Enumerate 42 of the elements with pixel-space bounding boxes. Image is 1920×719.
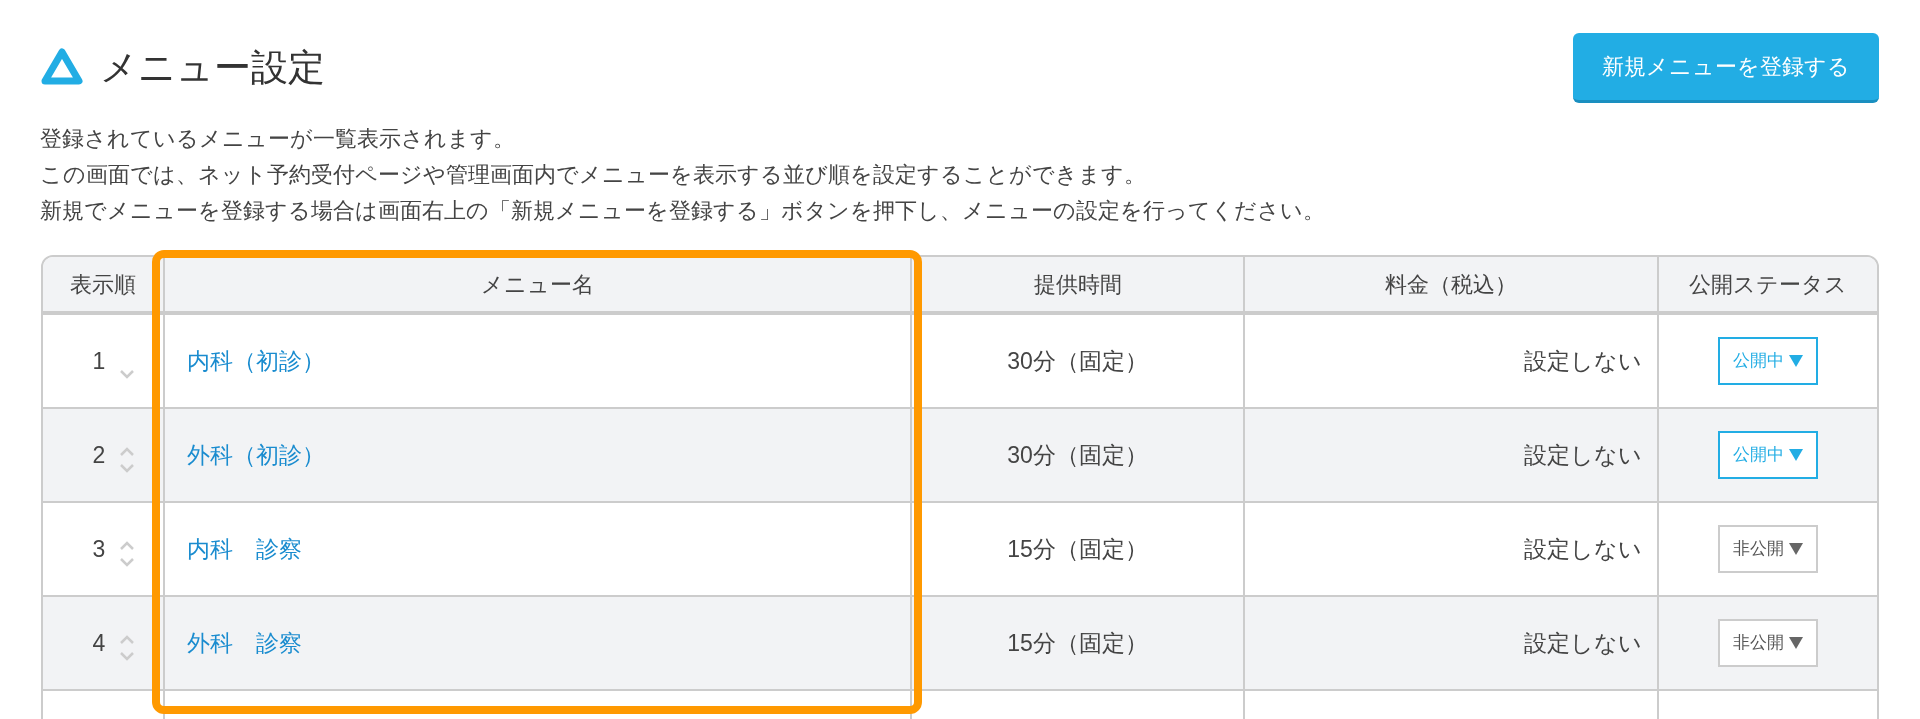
- price-text: 設定しない: [1524, 346, 1642, 376]
- duration-text: 30分（固定）: [1007, 346, 1148, 376]
- move-down-icon[interactable]: [119, 463, 135, 473]
- move-up-icon[interactable]: [119, 635, 135, 645]
- move-down-icon[interactable]: [119, 369, 135, 379]
- triangle-logo-icon: [40, 47, 84, 87]
- move-up-icon[interactable]: [119, 541, 135, 551]
- order-number: 3: [91, 534, 107, 564]
- description-text: この画面では、ネット予約受付ページや管理画面内でメニューを表示する並び順を設定することができます。: [40, 161, 1147, 189]
- menu-name-link[interactable]: 外科（初診）: [187, 437, 325, 473]
- page-title: メニュー設定: [100, 48, 325, 86]
- menu-name-link[interactable]: 内科 診察: [187, 531, 302, 567]
- column-header: 料金（税込）: [1385, 270, 1517, 299]
- dropdown-caret-icon: [1787, 354, 1804, 368]
- move-up-icon[interactable]: [119, 447, 135, 457]
- dropdown-caret-icon: [1787, 448, 1804, 462]
- dropdown-caret-icon: [1787, 542, 1804, 556]
- duration-text: 15分（固定）: [1007, 534, 1148, 564]
- column-header: 表示順: [70, 270, 136, 299]
- menu-name-link[interactable]: 内科（初診）: [187, 343, 325, 379]
- column-header: 提供時間: [1033, 270, 1122, 299]
- duration-text: 15分（固定）: [1007, 628, 1148, 658]
- dropdown-caret-icon: [1787, 636, 1804, 650]
- status-dropdown[interactable]: 非公開: [1718, 619, 1818, 667]
- menu-name-link[interactable]: 外科 診察: [187, 625, 302, 661]
- order-number: 1: [91, 346, 107, 376]
- status-dropdown[interactable]: 公開中: [1718, 431, 1818, 479]
- status-dropdown[interactable]: 非公開: [1718, 525, 1818, 573]
- order-number: 2: [91, 440, 107, 470]
- description-text: 新規でメニューを登録する場合は画面右上の「新規メニューを登録する」ボタンを押下し、メニューの設定を行ってください。: [40, 197, 1326, 225]
- move-down-icon[interactable]: [119, 651, 135, 661]
- price-text: 設定しない: [1524, 628, 1642, 658]
- price-text: 設定しない: [1524, 534, 1642, 564]
- order-number: 4: [91, 628, 107, 658]
- column-header: メニュー名: [481, 270, 594, 299]
- duration-text: 30分（固定）: [1007, 440, 1148, 470]
- status-dropdown[interactable]: 公開中: [1718, 337, 1818, 385]
- column-header: 公開ステータス: [1689, 270, 1847, 299]
- price-text: 設定しない: [1524, 440, 1642, 470]
- description-text: 登録されているメニューが一覧表示されます。: [40, 125, 516, 153]
- move-down-icon[interactable]: [119, 557, 135, 567]
- new-menu-button[interactable]: 新規メニューを登録する: [1573, 33, 1879, 103]
